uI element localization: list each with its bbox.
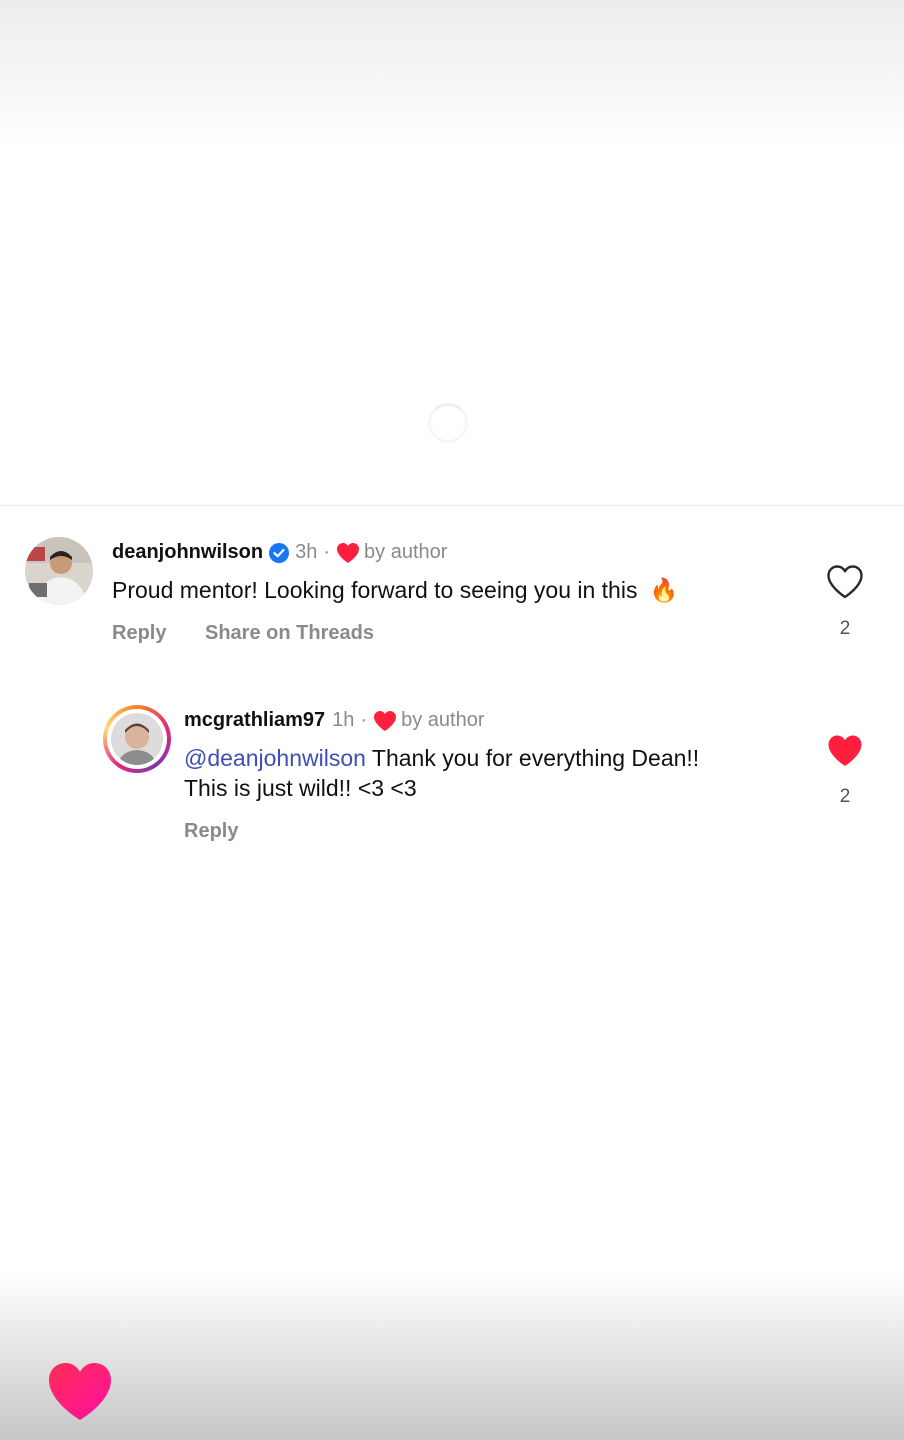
bottom-gradient (0, 1270, 904, 1440)
like-heart-outline-icon[interactable] (826, 564, 864, 600)
comment-text-line-1: Thank you for everything Dean!! (371, 745, 700, 771)
liked-by-author-label: by author (401, 709, 485, 731)
share-on-threads-button[interactable]: Share on Threads (205, 622, 374, 645)
separator: · (323, 541, 331, 563)
timestamp: 3h (295, 541, 318, 563)
heart-icon (337, 542, 360, 563)
comment-text: @deanjohnwilson Thank you for everything… (184, 743, 804, 803)
verified-badge-icon (269, 542, 290, 563)
comment-header: mcgrathliam97 1h · by author (184, 709, 484, 732)
comment-text-line-2: This is just wild!! <3 <3 (184, 775, 417, 801)
like-heart-icon[interactable] (46, 1360, 114, 1424)
comment-header: deanjohnwilson 3h · by author (112, 541, 447, 564)
mention-link[interactable]: @deanjohnwilson (184, 745, 366, 771)
timestamp: 1h (332, 709, 355, 731)
fire-emoji: 🔥 (649, 577, 679, 603)
separator: · (360, 709, 368, 731)
comment-text: Proud mentor! Looking forward to seeing … (112, 575, 679, 605)
heart-icon (374, 710, 397, 731)
top-gradient (0, 0, 904, 150)
comment-text-content: Proud mentor! Looking forward to seeing … (112, 577, 638, 603)
avatar (111, 713, 163, 765)
like-count: 2 (839, 618, 851, 639)
reply-button[interactable]: Reply (112, 622, 166, 645)
loading-spinner-icon (428, 403, 468, 443)
divider (0, 505, 904, 506)
avatar-story-ring[interactable] (103, 705, 171, 773)
like-count: 2 (839, 786, 851, 807)
avatar[interactable] (25, 537, 93, 605)
username[interactable]: mcgrathliam97 (184, 709, 325, 732)
liked-by-author-label: by author (364, 541, 448, 563)
username[interactable]: deanjohnwilson (112, 541, 263, 564)
reply-button[interactable]: Reply (184, 820, 238, 843)
like-heart-filled-icon[interactable] (826, 733, 864, 769)
